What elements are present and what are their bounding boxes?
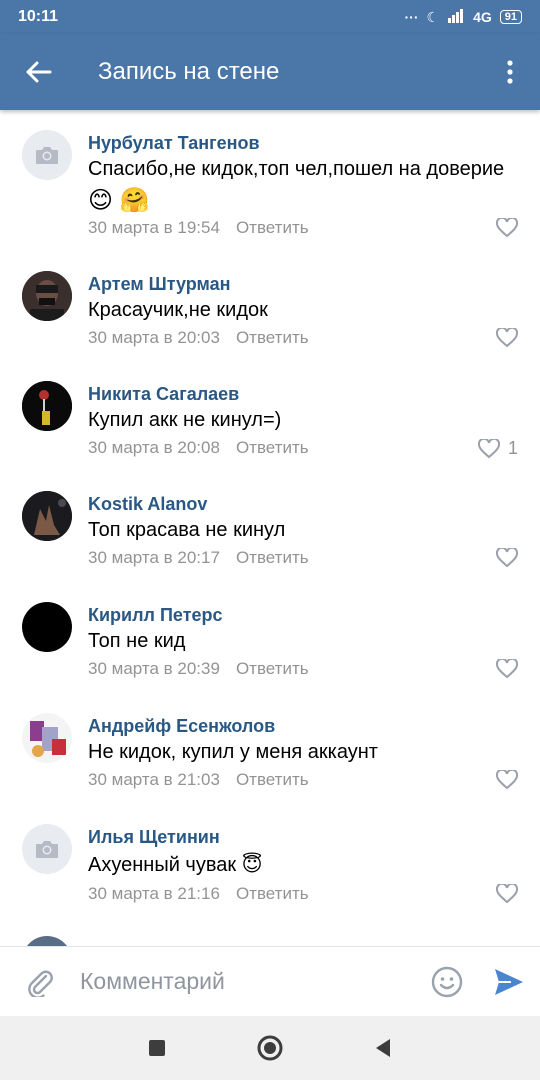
comment-text: Красаучик,не кидок	[88, 299, 268, 321]
attach-button[interactable]	[0, 947, 80, 1017]
system-nav-bar	[0, 1016, 540, 1080]
comment-meta: 30 марта в 20:17 Ответить	[88, 548, 309, 568]
comment-composer	[0, 946, 540, 1016]
comment-emoji: 😊 🤗	[88, 187, 150, 214]
more-options-button[interactable]	[480, 34, 540, 110]
battery-icon: 91	[499, 10, 522, 24]
reply-button[interactable]: Ответить	[236, 770, 309, 789]
comment-text: Спасибо,не кидок,топ чел,пошел на довери…	[88, 158, 505, 180]
notification-dots-icon: ···	[404, 9, 419, 25]
user-photo-icon	[22, 713, 72, 763]
camera-icon	[36, 147, 58, 164]
like-button[interactable]: 1	[477, 438, 518, 459]
status-icons: ··· ☾ 4G 91	[404, 8, 522, 26]
comment-date: 30 марта в 20:03	[88, 328, 220, 347]
triangle-back-icon	[376, 1039, 391, 1057]
comment-meta: 30 марта в 20:08 Ответить	[88, 438, 309, 458]
network-type: 4G	[473, 9, 492, 25]
comment-text: Купил акк не кинул=)	[88, 409, 282, 431]
like-button[interactable]	[496, 328, 518, 348]
like-button[interactable]	[496, 770, 518, 790]
avatar[interactable]	[22, 824, 72, 874]
comment-date: 30 марта в 20:39	[88, 659, 220, 678]
comment-date: 30 марта в 19:54	[88, 218, 220, 237]
smile-icon	[431, 966, 463, 997]
send-icon	[495, 968, 523, 995]
heart-icon	[496, 218, 518, 238]
reply-button[interactable]: Ответить	[236, 438, 309, 457]
comment-author[interactable]: Артем Штурман	[88, 274, 231, 295]
home-button[interactable]	[240, 1018, 300, 1078]
reply-button[interactable]: Ответить	[236, 659, 309, 678]
reply-button[interactable]: Ответить	[236, 548, 309, 567]
back-button[interactable]	[0, 34, 78, 110]
comment-author[interactable]: Андрейф Есенжолов	[88, 716, 275, 737]
status-time: 10:11	[18, 8, 59, 25]
battery-level: 91	[504, 11, 517, 23]
avatar[interactable]	[22, 936, 72, 946]
app-bar: Запись на стене	[0, 34, 540, 110]
reply-button[interactable]: Ответить	[236, 884, 309, 903]
comment-text: Топ красава не кинул	[88, 519, 286, 541]
comment-date: 30 марта в 21:16	[88, 884, 220, 903]
back-nav-button[interactable]	[353, 1018, 413, 1078]
comments-list[interactable]: Нурбулат Тангенов Спасибо,не кидок,топ ч…	[0, 110, 540, 946]
heart-icon	[496, 770, 518, 790]
heart-icon	[496, 548, 518, 568]
send-button[interactable]	[478, 947, 540, 1017]
avatar[interactable]	[22, 602, 72, 652]
comment-meta: 30 марта в 20:39 Ответить	[88, 659, 309, 679]
avatar[interactable]	[22, 491, 72, 541]
like-button[interactable]	[496, 218, 518, 238]
comment-author[interactable]: Kostik Alanov	[88, 494, 207, 515]
comment-text: Топ не кид	[88, 630, 186, 652]
camera-icon	[36, 841, 58, 858]
recents-button[interactable]	[127, 1018, 187, 1078]
arrow-left-icon	[26, 61, 52, 83]
emoji-button[interactable]	[416, 947, 478, 1017]
user-photo-icon	[22, 271, 72, 321]
reply-button[interactable]: Ответить	[236, 328, 309, 347]
square-icon	[148, 1040, 165, 1056]
avatar[interactable]	[22, 381, 72, 431]
page-title: Запись на стене	[98, 58, 280, 85]
heart-icon	[496, 659, 518, 679]
heart-icon	[496, 328, 518, 348]
like-button[interactable]	[496, 884, 518, 904]
comment-author[interactable]: Илья Щетинин	[88, 827, 220, 848]
status-bar: 10:11 ··· ☾ 4G 91	[0, 0, 540, 34]
comment-author[interactable]: Кирилл Петерс	[88, 605, 223, 626]
paperclip-icon	[28, 970, 53, 997]
user-photo-icon	[22, 491, 72, 541]
heart-icon	[477, 438, 500, 458]
like-button[interactable]	[496, 548, 518, 568]
comment-author[interactable]: Никита Сагалаев	[88, 384, 239, 405]
comment-text: Не кидок, купил у меня аккаунт	[88, 741, 378, 763]
comment-date: 30 марта в 20:17	[88, 548, 220, 567]
more-vertical-icon	[507, 60, 513, 84]
comment-date: 30 марта в 21:03	[88, 770, 220, 789]
comment-text: Ахуенный чувак 😇	[88, 854, 263, 876]
comment-meta: 30 марта в 19:54 Ответить	[88, 218, 309, 238]
avatar[interactable]	[22, 130, 72, 180]
comment-date: 30 марта в 20:08	[88, 438, 220, 457]
signal-icon	[447, 8, 465, 26]
avatar[interactable]	[22, 271, 72, 321]
comment-meta: 30 марта в 21:16 Ответить	[88, 884, 309, 904]
moon-icon: ☾	[426, 8, 440, 25]
like-count: 1	[507, 438, 518, 458]
comment-input[interactable]	[80, 956, 416, 1007]
circle-icon	[257, 1035, 283, 1061]
avatar[interactable]	[22, 713, 72, 763]
comment-meta: 30 марта в 20:03 Ответить	[88, 328, 309, 348]
heart-icon	[496, 884, 518, 904]
comment-author[interactable]: Нурбулат Тангенов	[88, 133, 260, 154]
reply-button[interactable]: Ответить	[236, 218, 309, 237]
like-button[interactable]	[496, 659, 518, 679]
comment-meta: 30 марта в 21:03 Ответить	[88, 770, 309, 790]
user-photo-icon	[22, 381, 72, 431]
